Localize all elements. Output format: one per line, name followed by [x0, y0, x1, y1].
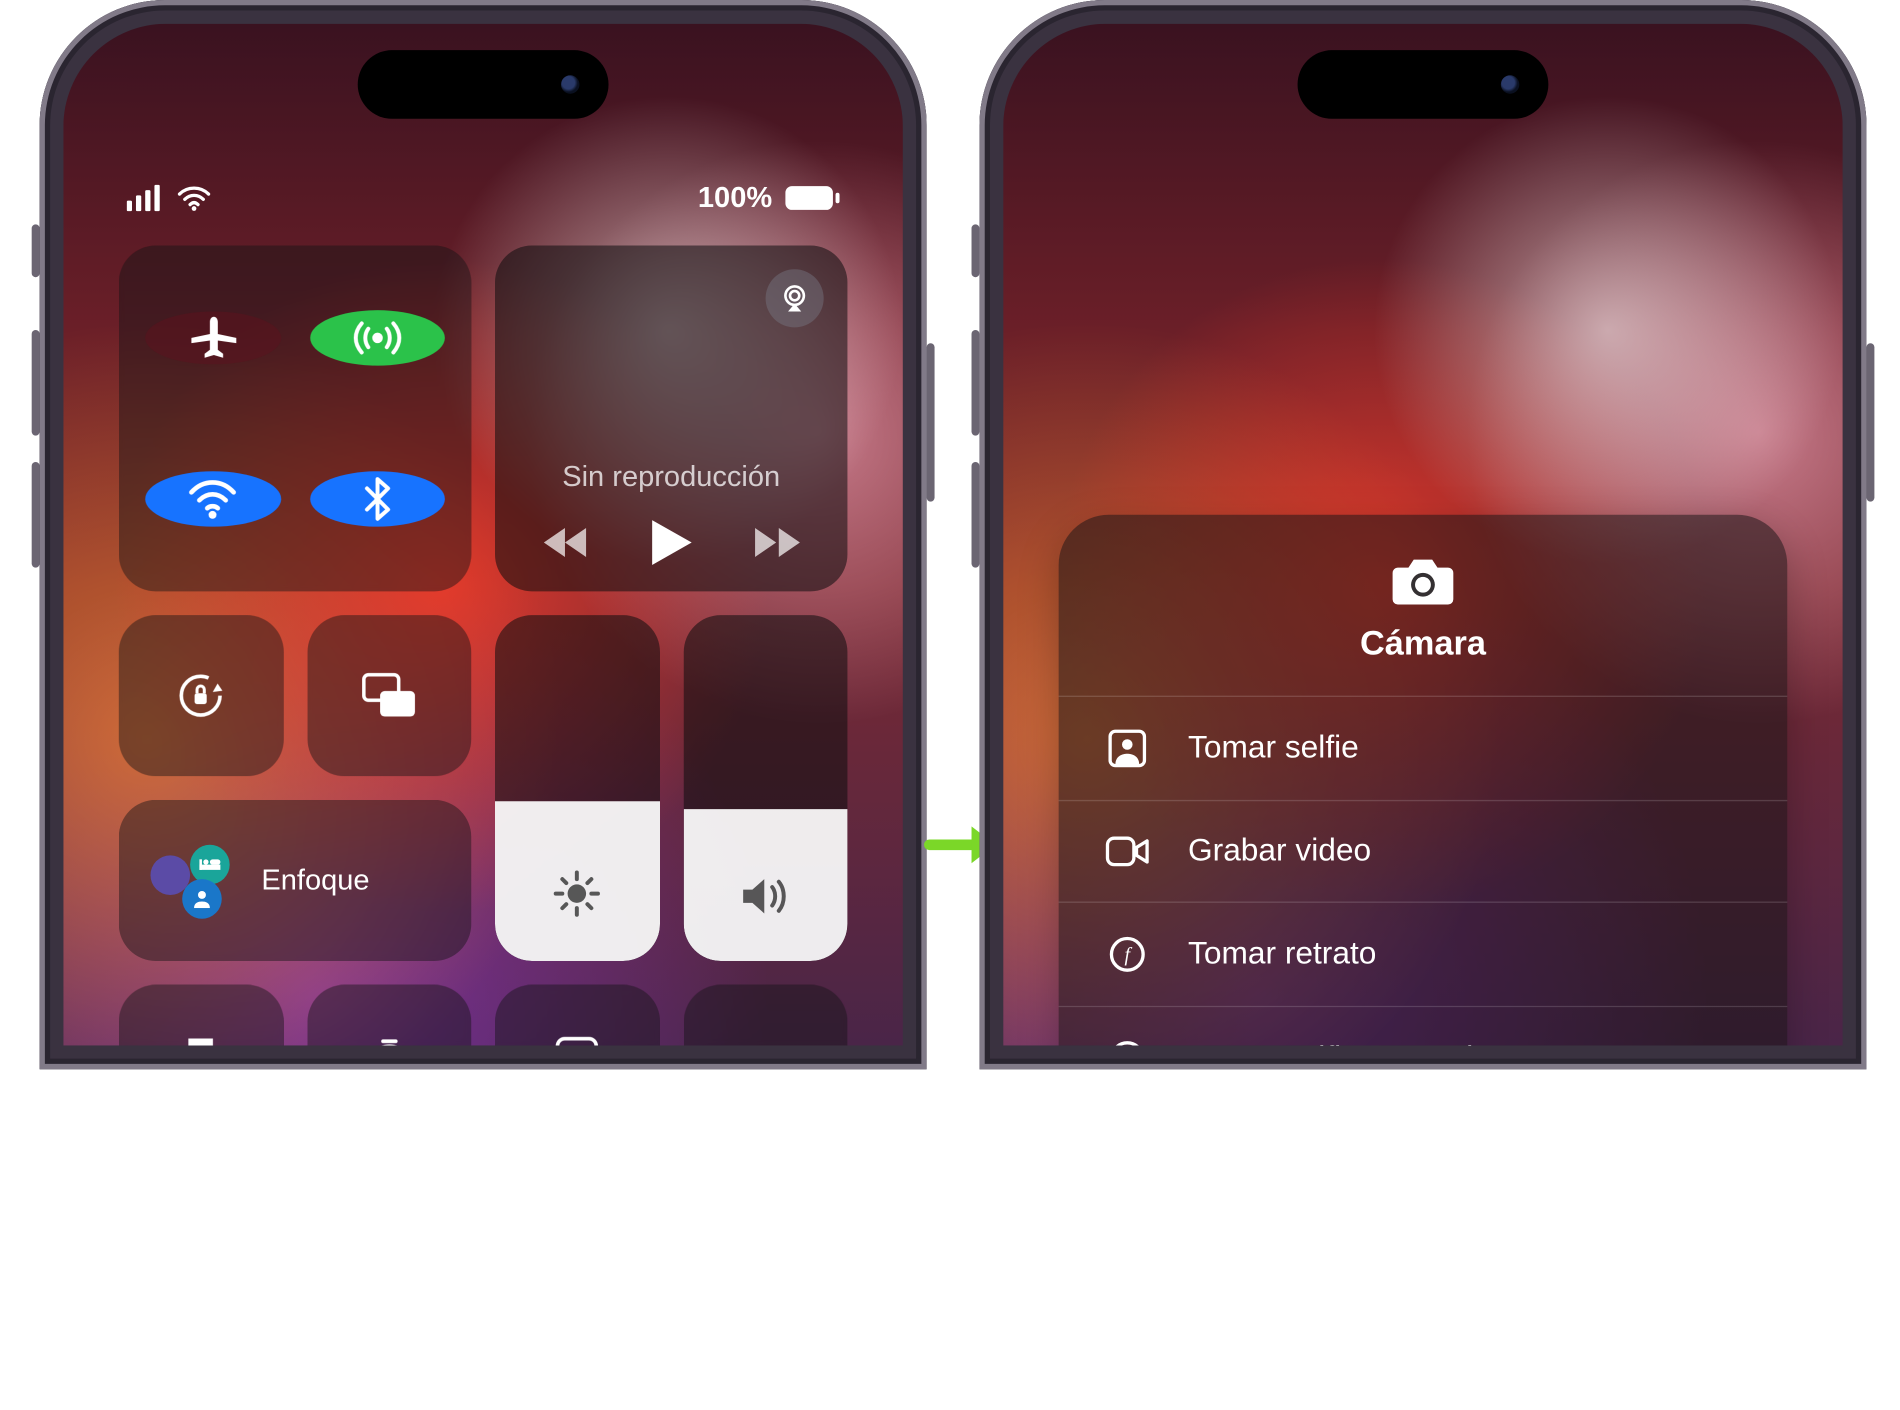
airplane-mode-toggle[interactable]: [145, 312, 280, 365]
wifi-icon: [185, 471, 240, 526]
bluetooth-icon: [349, 471, 404, 526]
timer-button[interactable]: [307, 985, 471, 1046]
airplay-button[interactable]: [766, 269, 824, 327]
camera-button[interactable]: [683, 985, 847, 1046]
camera-menu-title: Cámara: [1360, 623, 1486, 664]
connectivity-module[interactable]: [119, 246, 471, 592]
rewind-icon[interactable]: [543, 525, 588, 559]
phone-right-mute-switch: [972, 224, 980, 277]
battery-icon: [785, 186, 833, 210]
camera-action-selfie-portrait[interactable]: f Tomar selfie en modo retrato: [1059, 1006, 1788, 1046]
cellular-data-toggle[interactable]: [310, 310, 445, 365]
cellular-signal-icon: [127, 185, 164, 211]
screen-mirroring-icon: [360, 667, 418, 725]
phone-control-center: 100%: [40, 0, 927, 1069]
phone-left-side-button: [927, 343, 935, 501]
dynamic-island: [358, 50, 609, 119]
wifi-toggle[interactable]: [145, 471, 280, 526]
aperture-icon: f: [1104, 1039, 1152, 1046]
play-icon[interactable]: [651, 520, 691, 565]
screen-mirroring-button[interactable]: [307, 615, 471, 776]
calculator-icon: [548, 1036, 606, 1045]
antenna-icon: [349, 310, 404, 365]
orientation-lock-icon: [172, 667, 230, 725]
volume-slider[interactable]: [683, 615, 847, 961]
phone-right-volume-down: [972, 462, 980, 568]
screen: 100%: [63, 24, 903, 1046]
svg-text:f: f: [1125, 944, 1133, 966]
calculator-button[interactable]: [495, 985, 659, 1046]
camera-action-label: Tomar selfie: [1188, 730, 1359, 767]
flashlight-icon: [172, 1036, 230, 1045]
brightness-slider[interactable]: [495, 615, 659, 961]
volume-icon: [740, 875, 790, 924]
status-bar: 100%: [63, 172, 903, 225]
bluetooth-toggle[interactable]: [310, 471, 445, 526]
brightness-icon: [553, 870, 601, 924]
dynamic-island: [1298, 50, 1549, 119]
battery-percentage: 100%: [698, 181, 772, 215]
camera-action-portrait[interactable]: f Tomar retrato: [1059, 902, 1788, 1006]
media-title: Sin reproducción: [562, 459, 780, 493]
screen: Cámara Tomar selfie Grabar video: [1003, 24, 1843, 1046]
airplay-icon: [779, 282, 811, 314]
camera-action-selfie[interactable]: Tomar selfie: [1059, 696, 1788, 800]
wifi-icon: [177, 185, 211, 211]
phone-left-volume-up: [32, 330, 40, 436]
phone-camera-menu: Cámara Tomar selfie Grabar video: [979, 0, 1866, 1069]
media-module[interactable]: Sin reproducción: [495, 246, 847, 592]
selfie-icon: [1104, 729, 1152, 769]
airplane-icon: [186, 312, 239, 365]
bed-icon: [190, 845, 230, 885]
phone-right-side-button: [1866, 343, 1874, 501]
camera-quick-actions-panel: Cámara Tomar selfie Grabar video: [1059, 515, 1788, 1046]
focus-button[interactable]: Enfoque: [119, 800, 471, 961]
phone-left-volume-down: [32, 462, 40, 568]
focus-label: Enfoque: [261, 863, 369, 897]
camera-action-video[interactable]: Grabar video: [1059, 800, 1788, 902]
person-icon: [182, 879, 222, 919]
orientation-lock-toggle[interactable]: [119, 615, 283, 776]
camera-action-label: Tomar retrato: [1188, 936, 1376, 973]
flashlight-button[interactable]: [119, 985, 283, 1046]
camera-action-label: Tomar selfie en modo retrato: [1188, 1040, 1591, 1045]
phone-left-mute-switch: [32, 224, 40, 277]
camera-action-label: Grabar video: [1188, 833, 1371, 870]
forward-icon[interactable]: [754, 525, 799, 559]
camera-icon: [736, 1036, 794, 1045]
timer-icon: [360, 1036, 418, 1045]
phone-right-volume-up: [972, 330, 980, 436]
aperture-icon: f: [1104, 935, 1152, 975]
video-icon: [1104, 836, 1152, 868]
control-center-grid: Sin reproducción: [119, 246, 848, 1046]
camera-icon: [1390, 554, 1456, 607]
